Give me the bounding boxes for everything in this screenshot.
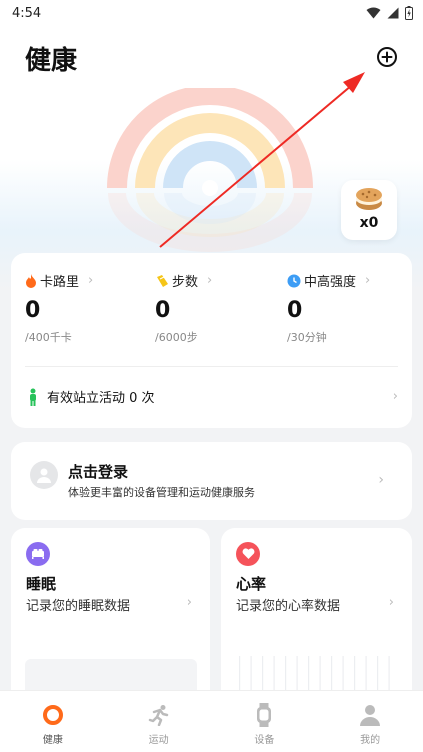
- stat-label: 步数: [172, 275, 199, 290]
- page-title: 健康: [25, 46, 78, 76]
- status-bar: 4:54: [0, 0, 423, 26]
- chevron-right-icon: ›: [378, 472, 384, 488]
- tab-sport[interactable]: 运动: [106, 691, 212, 752]
- flame-icon: [26, 273, 36, 288]
- stat-calories[interactable]: 卡路里 › 0 /400千卡: [25, 271, 93, 345]
- sleep-subtitle: 记录您的睡眠数据: [26, 599, 131, 614]
- bottom-tab-bar: 健康 运动 设备 我的: [0, 690, 423, 752]
- daily-stats-card: 卡路里 › 0 /400千卡 步数 › 0 /6000步 中高强度 › 0 /3…: [11, 253, 412, 428]
- runner-icon: [147, 703, 171, 727]
- sleep-title: 睡眠: [26, 575, 57, 593]
- clock-icon: [287, 274, 301, 287]
- stat-steps[interactable]: 步数 › 0 /6000步: [155, 271, 212, 345]
- watch-icon: [252, 703, 276, 727]
- stat-goal: /30分钟: [287, 331, 327, 344]
- heart-subtitle: 记录您的心率数据: [236, 599, 341, 614]
- chevron-right-icon: ›: [186, 595, 192, 610]
- divider: [25, 366, 398, 367]
- tab-label: 设备: [254, 735, 275, 746]
- tab-health[interactable]: 健康: [0, 691, 106, 752]
- stat-label: 卡路里: [40, 275, 80, 290]
- stat-value: 0: [25, 298, 41, 323]
- stat-goal: /6000步: [155, 331, 198, 344]
- heart-icon: [236, 542, 260, 566]
- reward-badge[interactable]: x0: [341, 180, 397, 240]
- person-icon: [358, 703, 382, 727]
- stat-goal: /400千卡: [25, 331, 72, 344]
- bed-icon: [26, 542, 50, 566]
- shoe-icon: [157, 274, 168, 287]
- plus-circle-icon[interactable]: [374, 44, 400, 70]
- activity-rings[interactable]: [105, 88, 315, 258]
- status-time: 4:54: [12, 5, 42, 21]
- stat-label: 中高强度: [304, 275, 357, 290]
- tab-label: 我的: [360, 735, 381, 746]
- standing-person-icon: [30, 388, 36, 406]
- stat-value: 0: [287, 298, 303, 323]
- stat-value: 0: [155, 298, 171, 323]
- tab-device[interactable]: 设备: [212, 691, 318, 752]
- status-icons: [366, 6, 413, 20]
- chevron-right-icon: ›: [88, 273, 94, 288]
- ring-icon: [41, 703, 65, 727]
- person-icon: [37, 468, 51, 483]
- tab-label: 健康: [42, 735, 63, 746]
- chevron-right-icon: ›: [207, 273, 213, 288]
- sleep-card[interactable]: 睡眠 记录您的睡眠数据 ›: [11, 528, 210, 708]
- stand-activity-row[interactable]: 有效站立活动 0 次 ›: [27, 387, 398, 406]
- battery-icon: [405, 6, 413, 20]
- stand-text: 有效站立活动 0 次: [47, 391, 155, 406]
- chevron-right-icon: ›: [388, 595, 394, 610]
- login-subtitle: 体验更丰富的设备管理和运动健康服务: [68, 486, 255, 499]
- login-title: 点击登录: [68, 463, 129, 481]
- cookie-icon: [356, 188, 382, 210]
- heart-rate-card[interactable]: 心率 记录您的心率数据 ›: [221, 528, 412, 708]
- signal-icon: [387, 7, 399, 19]
- tab-profile[interactable]: 我的: [317, 691, 423, 752]
- stat-intensity[interactable]: 中高强度 › 0 /30分钟: [287, 271, 370, 345]
- wifi-icon: [366, 7, 381, 19]
- chevron-right-icon: ›: [392, 389, 398, 404]
- avatar: [30, 461, 58, 489]
- tab-label: 运动: [148, 735, 169, 746]
- heart-title: 心率: [236, 575, 267, 593]
- reward-count: x0: [359, 215, 379, 231]
- chevron-right-icon: ›: [365, 273, 371, 288]
- login-card[interactable]: 点击登录 体验更丰富的设备管理和运动健康服务 ›: [11, 442, 412, 520]
